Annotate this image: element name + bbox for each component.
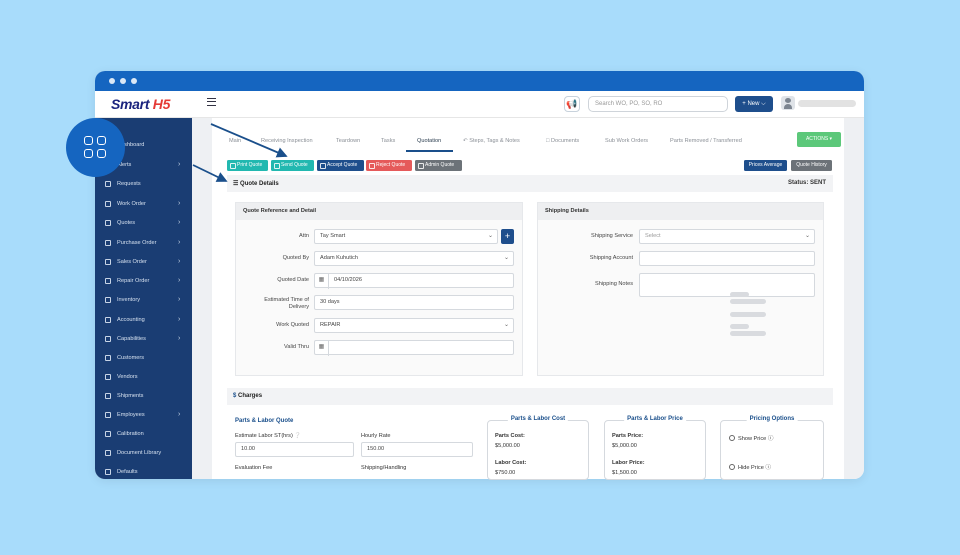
arrow-to-send-quote: [210, 123, 288, 158]
arrow-to-quote-details: [192, 164, 228, 182]
annotation-arrows: [192, 123, 288, 182]
